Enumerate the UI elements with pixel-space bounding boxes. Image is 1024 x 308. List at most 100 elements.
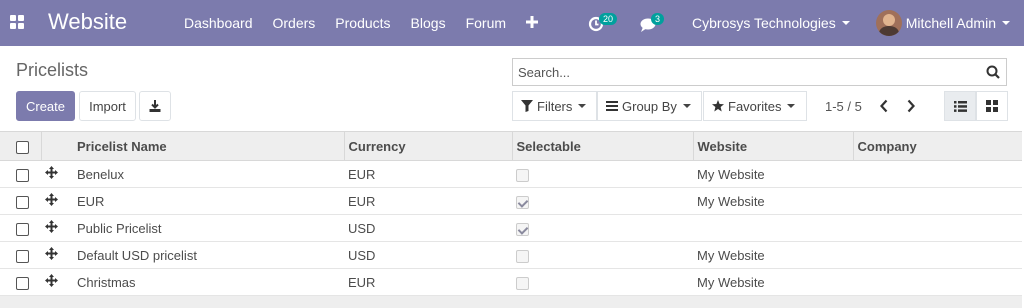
select-all-cell (0, 131, 42, 161)
row-checkbox[interactable] (16, 249, 29, 263)
column-header-company[interactable]: Company (853, 131, 1022, 161)
user-name: Mitchell Admin (905, 15, 996, 31)
row-select-cell (0, 160, 41, 188)
row-checkbox[interactable] (16, 276, 29, 290)
drag-handle-icon[interactable] (45, 220, 58, 236)
row-select-cell (0, 187, 41, 215)
search-icon[interactable] (986, 65, 1000, 82)
website: My Website (693, 187, 853, 215)
messages-badge: 3 (651, 13, 665, 25)
currency: EUR (344, 160, 512, 188)
column-header-currency[interactable]: Currency (344, 131, 513, 161)
currency: USD (344, 241, 512, 269)
currency: EUR (344, 187, 512, 215)
company (853, 214, 1022, 242)
table-row[interactable]: Benelux EUR My Website (0, 160, 1022, 188)
column-header-website[interactable]: Website (693, 131, 854, 161)
row-select-cell (0, 241, 41, 269)
main-menu: Dashboard Orders Products Blogs Forum (184, 0, 558, 46)
selectable-checkbox (516, 249, 529, 263)
company-switcher[interactable]: Cybrosys Technologies (692, 15, 850, 31)
currency: EUR (344, 268, 512, 296)
drag-handle-icon[interactable] (45, 274, 58, 290)
top-navbar: Website Dashboard Orders Products Blogs … (0, 0, 1024, 46)
column-header-pricelist-name[interactable]: Pricelist Name (73, 131, 345, 161)
menu-blogs[interactable]: Blogs (411, 0, 446, 46)
currency: USD (344, 214, 512, 242)
avatar (875, 10, 902, 36)
drag-handle-icon[interactable] (45, 247, 58, 263)
website: My Website (693, 268, 853, 296)
create-button[interactable]: Create (16, 91, 75, 121)
menu-products[interactable]: Products (335, 0, 390, 46)
pricelist-name: Default USD pricelist (73, 241, 344, 269)
drag-handle-icon[interactable] (45, 166, 58, 182)
import-button[interactable]: Import (79, 91, 136, 121)
company (853, 187, 1022, 215)
selectable-cell (512, 214, 693, 242)
grid-icon (986, 100, 998, 112)
app-brand[interactable]: Website (48, 8, 127, 36)
search-input[interactable] (513, 59, 973, 85)
table-row[interactable]: Default USD pricelist USD My Website (0, 241, 1022, 269)
company (853, 268, 1022, 296)
column-header-selectable[interactable]: Selectable (512, 131, 694, 161)
selectable-cell (512, 241, 693, 269)
row-checkbox[interactable] (16, 168, 29, 182)
apps-menu-icon[interactable] (10, 15, 24, 29)
favorites-dropdown[interactable]: Favorites (703, 91, 807, 121)
selectable-checkbox (516, 276, 529, 290)
pager-previous-button[interactable] (879, 96, 893, 116)
select-all-checkbox[interactable] (16, 140, 29, 154)
selectable-cell (512, 160, 693, 188)
chevron-left-icon (880, 99, 888, 113)
selectable-cell (512, 268, 693, 296)
bars-icon (606, 101, 618, 111)
menu-dashboard[interactable]: Dashboard (184, 0, 253, 46)
menu-orders[interactable]: Orders (273, 0, 316, 46)
website: My Website (693, 160, 853, 188)
row-handle-cell (41, 187, 73, 215)
groupby-label: Group By (622, 98, 677, 114)
filter-icon (521, 100, 533, 112)
selectable-checkbox (516, 168, 529, 182)
download-button[interactable] (139, 91, 171, 121)
star-icon (712, 100, 724, 112)
company (853, 241, 1022, 269)
row-handle-cell (41, 214, 73, 242)
pager-next-button[interactable] (906, 96, 920, 116)
search-box (512, 58, 1007, 86)
chevron-down-icon (682, 104, 691, 108)
handle-header (41, 131, 73, 161)
user-menu[interactable]: Mitchell Admin (875, 10, 1010, 36)
menu-forum[interactable]: Forum (466, 0, 506, 46)
pricelist-table: Pricelist Name Currency Selectable Websi… (0, 131, 1024, 308)
table-row[interactable]: Public Pricelist USD (0, 214, 1022, 242)
pager-value[interactable]: 1-5 / 5 (825, 99, 862, 114)
row-handle-cell (41, 268, 73, 296)
list-icon (953, 100, 967, 112)
table-row[interactable]: Christmas EUR My Website (0, 268, 1022, 296)
activity-clock-icon[interactable]: 20 (588, 12, 618, 34)
pricelist-name: Christmas (73, 268, 344, 296)
table-footer-cell (0, 295, 1022, 308)
row-handle-cell (41, 160, 73, 188)
selectable-checkbox (516, 222, 529, 236)
table-row[interactable]: EUR EUR My Website (0, 187, 1022, 215)
row-checkbox[interactable] (16, 222, 29, 236)
messages-icon[interactable]: 3 (640, 12, 665, 34)
chevron-down-icon (1002, 21, 1010, 25)
drag-handle-icon[interactable] (45, 193, 58, 209)
chevron-down-icon (787, 104, 796, 108)
table-footer (0, 295, 1022, 308)
company-name: Cybrosys Technologies (692, 15, 836, 31)
table-header-row: Pricelist Name Currency Selectable Websi… (0, 131, 1022, 161)
groupby-dropdown[interactable]: Group By (597, 91, 702, 121)
plus-icon[interactable] (526, 0, 539, 46)
list-view-button[interactable] (944, 91, 976, 121)
row-checkbox[interactable] (16, 195, 29, 209)
kanban-view-button[interactable] (976, 91, 1008, 121)
filters-dropdown[interactable]: Filters (512, 91, 597, 121)
selectable-cell (512, 187, 693, 215)
systray: 20 3 Cybrosys Technologies Mitchell Admi… (588, 0, 1010, 46)
